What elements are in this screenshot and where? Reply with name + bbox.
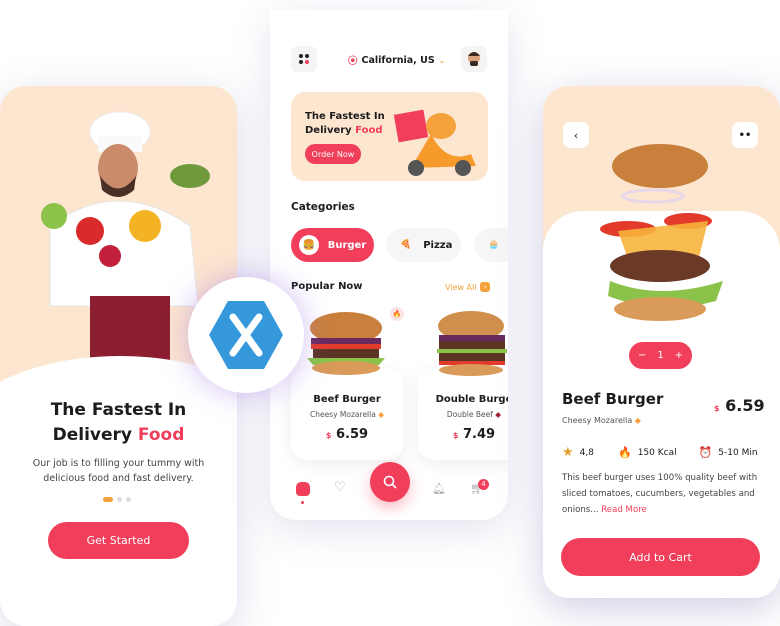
decrease-button[interactable]: − bbox=[638, 350, 646, 361]
description-line1: Our job is to filling your tummy with bbox=[32, 458, 205, 469]
onboarding-title: The Fastest In Delivery Food bbox=[0, 398, 237, 448]
categories-heading: Categories bbox=[291, 201, 355, 213]
subtitle-text: Double Beef bbox=[446, 410, 493, 419]
food-price: $ 6.59 bbox=[291, 427, 403, 442]
banner-line2: Delivery Food bbox=[305, 124, 385, 138]
more-icon: •• bbox=[738, 129, 752, 141]
exploded-burger-image bbox=[600, 144, 723, 321]
food-subtitle: Cheesy Mozarella ◆ bbox=[291, 410, 403, 419]
currency: $ bbox=[714, 404, 720, 413]
banner-title: The Fastest In Delivery Food bbox=[305, 110, 385, 138]
title-highlight: Food bbox=[137, 425, 185, 445]
fire-icon: 🔥 bbox=[390, 307, 404, 321]
food-card[interactable]: Beef Burger Cheesy Mozarella ◆ $ 6.59 bbox=[291, 368, 403, 460]
title-line2: Delivery Food bbox=[0, 423, 237, 448]
subtitle-text: Cheesy Mozarella bbox=[309, 410, 376, 419]
onboarding-description: Our job is to filling your tummy with de… bbox=[0, 456, 237, 486]
fire-icon: 🔥 bbox=[617, 446, 632, 459]
location-selector[interactable]: ⦿ California, US ⌄ bbox=[348, 53, 446, 68]
page-dot[interactable] bbox=[126, 497, 131, 502]
pizza-icon: 🍕 bbox=[400, 240, 412, 250]
home-screen: ⦿ California, US ⌄ The Fastest In Delive… bbox=[270, 10, 508, 520]
detail-screen: ‹ •• − 1 + Beef Burger Cheesy Mozarella … bbox=[543, 86, 780, 598]
category-burger[interactable]: 🍔 Burger bbox=[291, 228, 374, 262]
promo-banner[interactable]: The Fastest In Delivery Food Order Now bbox=[291, 92, 488, 181]
food-card[interactable]: Double Burge Double Beef ◆ $ 7.49 bbox=[418, 368, 508, 460]
food-subtitle: Double Beef ◆ bbox=[418, 410, 508, 419]
banner-line1: The Fastest In bbox=[305, 111, 385, 122]
back-button[interactable]: ‹ bbox=[563, 122, 589, 148]
category-label: Pizza bbox=[423, 239, 453, 251]
order-now-button[interactable]: Order Now bbox=[305, 144, 361, 164]
menu-icon[interactable] bbox=[291, 46, 317, 72]
quantity-stepper[interactable]: − 1 + bbox=[629, 342, 692, 369]
delivery-scooter-illustration bbox=[393, 109, 476, 176]
read-more-link[interactable]: Read More bbox=[601, 505, 647, 515]
chevron-right-icon: › bbox=[480, 282, 491, 292]
search-tab-button[interactable] bbox=[370, 462, 410, 502]
chevron-down-icon: ⌄ bbox=[438, 55, 446, 65]
view-all-label: View All bbox=[445, 282, 477, 292]
banner-prefix: Delivery bbox=[305, 125, 356, 136]
cheese-icon: ◆ bbox=[378, 410, 384, 419]
alarm-clock-icon: ⏰ bbox=[698, 446, 713, 459]
cupcake-icon: 🧁 bbox=[488, 240, 500, 250]
view-all-link[interactable]: View All › bbox=[445, 282, 491, 292]
location-label: California, US bbox=[361, 54, 435, 66]
title-prefix: Delivery bbox=[52, 425, 138, 445]
home-tab-icon[interactable] bbox=[296, 482, 310, 496]
chevron-left-icon: ‹ bbox=[573, 128, 579, 142]
product-stats: ★ 4,8 🔥 150 Kcal ⏰ 5-10 Min bbox=[562, 445, 772, 460]
category-label: Burger bbox=[327, 239, 367, 251]
increase-button[interactable]: + bbox=[675, 350, 683, 361]
more-button[interactable]: •• bbox=[732, 122, 758, 148]
title-line1: The Fastest In bbox=[50, 400, 187, 420]
category-dessert[interactable]: 🧁 bbox=[474, 228, 508, 262]
avatar[interactable] bbox=[461, 46, 487, 72]
xamarin-logo bbox=[188, 277, 304, 393]
food-name: Double Burge bbox=[435, 394, 508, 405]
category-pizza[interactable]: 🍕 Pizza bbox=[386, 228, 461, 262]
product-name: Beef Burger bbox=[562, 390, 664, 408]
get-started-button[interactable]: Get Started bbox=[48, 522, 189, 559]
page-dot[interactable] bbox=[117, 497, 122, 502]
meat-icon: ◆ bbox=[495, 410, 502, 419]
quantity-value: 1 bbox=[657, 350, 664, 361]
price-value: 7.49 bbox=[463, 427, 496, 442]
food-name: Beef Burger bbox=[313, 394, 381, 405]
xamarin-icon bbox=[209, 301, 283, 369]
currency: $ bbox=[452, 431, 459, 440]
food-price: $ 7.49 bbox=[418, 427, 508, 442]
subtitle-text: Cheesy Mozarella bbox=[562, 416, 633, 425]
price-value: 6.59 bbox=[725, 396, 765, 415]
double-burger-image bbox=[437, 311, 507, 376]
active-tab-dot bbox=[301, 501, 304, 504]
rating-value: 4,8 bbox=[579, 447, 594, 458]
heart-tab-icon[interactable]: ♡ bbox=[334, 480, 346, 495]
burger-icon: 🍔 bbox=[298, 235, 319, 255]
description-text: This beef burger uses 100% quality beef … bbox=[562, 473, 758, 515]
search-icon bbox=[383, 475, 397, 489]
product-description: This beef burger uses 100% quality beef … bbox=[562, 470, 772, 518]
star-icon: ★ bbox=[562, 445, 574, 460]
beef-burger-image bbox=[307, 312, 385, 375]
banner-highlight: Food bbox=[355, 125, 383, 136]
cart-badge: 4 bbox=[478, 479, 489, 490]
calories-value: 150 Kcal bbox=[637, 447, 677, 458]
currency: $ bbox=[325, 431, 332, 440]
location-pin-icon: ⦿ bbox=[348, 56, 358, 67]
price-value: 6.59 bbox=[336, 427, 369, 442]
page-indicator bbox=[103, 497, 131, 502]
bell-tab-icon[interactable]: 🔔︎ bbox=[432, 482, 446, 495]
product-subtitle: Cheesy Mozarella ◆ bbox=[562, 416, 641, 425]
product-price: $ 6.59 bbox=[714, 396, 765, 415]
page-dot-active[interactable] bbox=[103, 497, 113, 502]
cheese-icon: ◆ bbox=[634, 416, 641, 425]
description-line2: delicious food and fast delivery. bbox=[43, 473, 194, 484]
time-value: 5-10 Min bbox=[718, 447, 758, 458]
add-to-cart-button[interactable]: Add to Cart bbox=[561, 538, 760, 576]
